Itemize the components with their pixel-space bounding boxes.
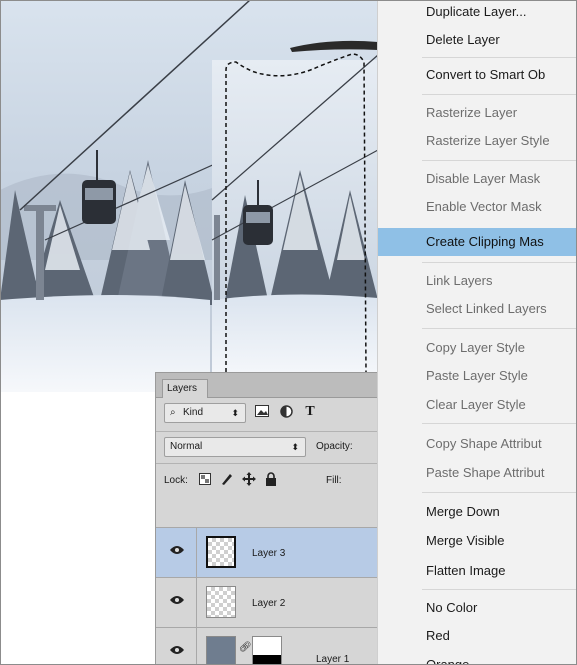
updown-arrow-icon: ⬍ — [231, 408, 239, 418]
screenshot: Layers ⌕ Kind ⬍ T Normal ⬍ Opacity: Lock… — [0, 0, 577, 665]
menu-item-create-clipping-mask[interactable]: Create Clipping Mas — [378, 228, 577, 256]
menu-item-copy-layer-style[interactable]: Copy Layer Style — [378, 336, 577, 360]
layer-mask-thumbnail[interactable] — [252, 636, 282, 665]
menu-separator — [422, 492, 577, 493]
blend-row: Normal ⬍ Opacity: — [156, 431, 386, 457]
pixel-layer-filter-icon[interactable] — [254, 405, 270, 421]
layer-context-menu: Duplicate Layer... Delete Layer Convert … — [377, 0, 577, 665]
layer-row-2[interactable]: Layer 2 — [156, 577, 386, 627]
menu-item-flatten-image[interactable]: Flatten Image — [378, 559, 577, 583]
menu-item-disable-layer-mask[interactable]: Disable Layer Mask — [378, 167, 577, 191]
layer-thumbnail[interactable] — [206, 536, 236, 568]
menu-item-paste-layer-style[interactable]: Paste Layer Style — [378, 364, 577, 388]
layers-panel: Layers ⌕ Kind ⬍ T Normal ⬍ Opacity: Lock… — [155, 372, 386, 665]
menu-separator — [422, 423, 577, 424]
filter-kind-select[interactable]: ⌕ Kind ⬍ — [164, 403, 246, 423]
menu-item-paste-shape-attributes[interactable]: Paste Shape Attribut — [378, 461, 577, 485]
layer-thumbnail[interactable] — [206, 636, 236, 665]
layer-row-1[interactable]: 🔗︎ Layer 1 — [156, 627, 386, 665]
column-divider — [196, 528, 197, 577]
layer-name[interactable]: Layer 2 — [252, 598, 285, 610]
visibility-eye-icon[interactable] — [170, 545, 184, 555]
menu-separator — [422, 262, 577, 263]
menu-item-select-linked-layers[interactable]: Select Linked Layers — [378, 297, 577, 321]
menu-item-merge-down[interactable]: Merge Down — [378, 500, 577, 524]
lock-position-icon[interactable] — [242, 472, 256, 486]
menu-item-rasterize-layer[interactable]: Rasterize Layer — [378, 101, 577, 125]
menu-separator — [422, 94, 577, 95]
type-filter-icon[interactable]: T — [302, 404, 318, 420]
search-icon: ⌕ — [170, 407, 176, 418]
layer-row-3[interactable]: Layer 3 — [156, 527, 386, 577]
lock-image-pixels-icon[interactable] — [220, 472, 234, 486]
lock-transparent-pixels-icon[interactable] — [198, 473, 212, 487]
menu-item-duplicate-layer[interactable]: Duplicate Layer... — [378, 0, 577, 24]
blend-mode-value: Normal — [170, 441, 203, 452]
fill-label: Fill: — [326, 475, 342, 486]
layer-name[interactable]: Layer 1 — [316, 654, 349, 665]
lock-all-icon[interactable] — [264, 472, 278, 486]
menu-separator — [422, 589, 577, 590]
menu-item-merge-visible[interactable]: Merge Visible — [378, 529, 577, 553]
updown-arrow-icon: ⬍ — [291, 442, 299, 452]
menu-item-convert-to-smart-object[interactable]: Convert to Smart Ob — [378, 63, 577, 87]
menu-item-clear-layer-style[interactable]: Clear Layer Style — [378, 393, 577, 417]
layers-tab-bar: Layers — [156, 373, 386, 398]
menu-item-enable-vector-mask[interactable]: Enable Vector Mask — [378, 195, 577, 219]
layer-thumbnail[interactable] — [206, 586, 236, 618]
visibility-eye-icon[interactable] — [170, 595, 184, 605]
filter-kind-value: Kind — [183, 407, 204, 418]
menu-item-orange[interactable]: Orange — [378, 653, 577, 665]
menu-item-no-color[interactable]: No Color — [378, 596, 577, 620]
layer-name[interactable]: Layer 3 — [252, 548, 285, 560]
menu-item-delete-layer[interactable]: Delete Layer — [378, 28, 577, 52]
lock-row: Lock: Fill: — [156, 463, 386, 494]
column-divider — [196, 578, 197, 627]
menu-item-link-layers[interactable]: Link Layers — [378, 269, 577, 293]
visibility-eye-icon[interactable] — [170, 645, 184, 655]
tab-layers[interactable]: Layers — [162, 379, 208, 398]
menu-separator — [422, 57, 577, 58]
blend-mode-select[interactable]: Normal ⬍ — [164, 437, 306, 457]
column-divider — [196, 628, 197, 665]
menu-separator — [422, 160, 577, 161]
adjustment-filter-icon[interactable] — [278, 405, 294, 421]
menu-item-copy-shape-attributes[interactable]: Copy Shape Attribut — [378, 432, 577, 456]
mask-link-icon[interactable]: 🔗︎ — [239, 642, 252, 653]
menu-item-red[interactable]: Red — [378, 624, 577, 648]
filter-row: ⌕ Kind ⬍ T — [156, 403, 386, 425]
lock-label: Lock: — [164, 475, 188, 486]
menu-item-rasterize-layer-style[interactable]: Rasterize Layer Style — [378, 129, 577, 153]
duplicate-layer-preview — [211, 40, 379, 380]
opacity-label: Opacity: — [316, 441, 353, 452]
menu-separator — [422, 328, 577, 329]
